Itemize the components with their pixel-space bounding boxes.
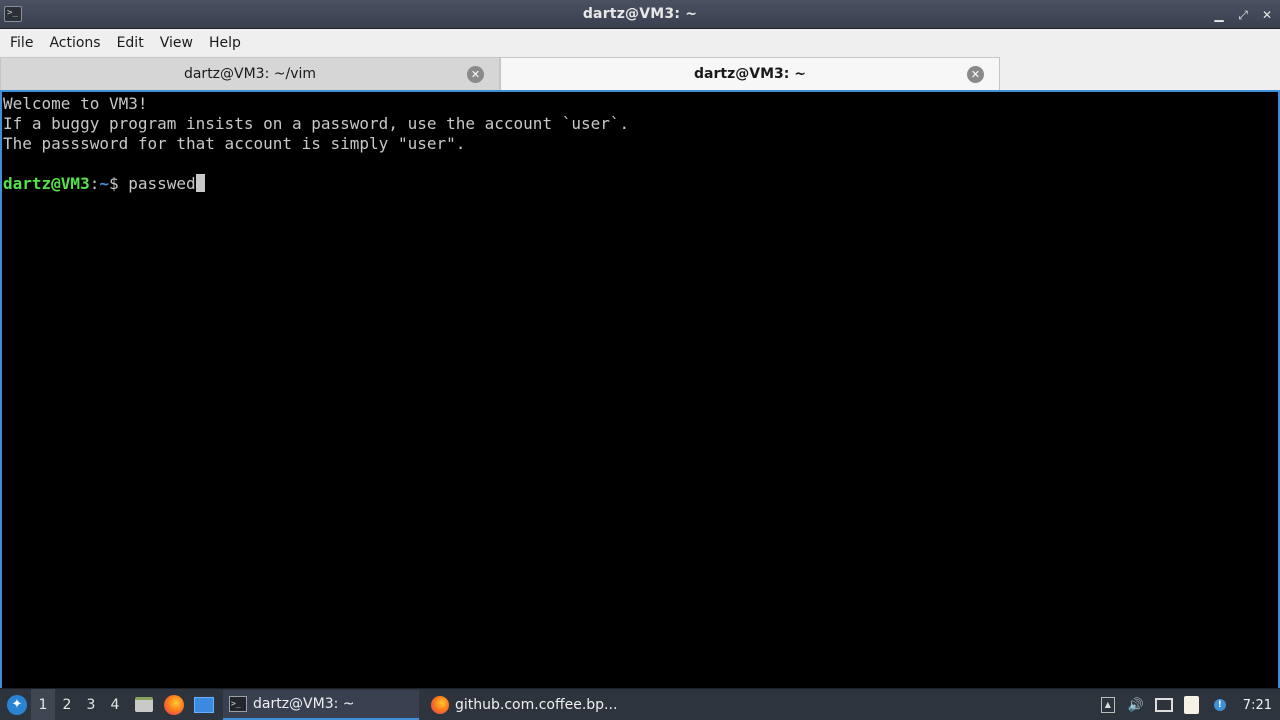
terminal-view[interactable]: Welcome to VM3! If a buggy program insis… <box>0 90 1280 688</box>
tray-expand-icon[interactable]: ▲ <box>1099 696 1117 714</box>
window-title: dartz@VM3: ~ <box>582 6 698 22</box>
menu-edit[interactable]: Edit <box>109 29 152 57</box>
volume-icon[interactable]: 🔊 <box>1127 696 1145 714</box>
tab-vim[interactable]: dartz@VM3: ~/vim ✕ <box>0 57 500 90</box>
quicklaunch-desktop[interactable] <box>191 692 217 718</box>
lxqt-menu-icon: ✦ <box>7 694 27 715</box>
minimize-button[interactable]: ▁ <box>1212 8 1226 22</box>
quicklaunch-files[interactable] <box>131 692 157 718</box>
close-tab-icon[interactable]: ✕ <box>967 66 984 83</box>
firefox-icon <box>431 695 449 714</box>
menu-bar: File Actions Edit View Help <box>0 29 1280 57</box>
workspace-4[interactable]: 4 <box>103 689 127 720</box>
menu-view[interactable]: View <box>152 29 201 57</box>
command-input[interactable]: passwed <box>128 174 195 193</box>
start-menu-button[interactable]: ✦ <box>3 691 31 719</box>
terminal-line: The passsword for that account is simply… <box>3 134 466 153</box>
clipboard-icon[interactable] <box>1183 696 1201 714</box>
firefox-icon <box>164 694 184 715</box>
quicklaunch-firefox[interactable] <box>161 692 187 718</box>
workspace-3[interactable]: 3 <box>79 689 103 720</box>
task-label: github.com.coffee.bp... <box>455 696 618 713</box>
workspace-2[interactable]: 2 <box>55 689 79 720</box>
terminal-line: If a buggy program insists on a password… <box>3 114 630 133</box>
workspace-1[interactable]: 1 <box>31 688 55 720</box>
tab-label: dartz@VM3: ~ <box>694 66 806 82</box>
taskbar: ✦ 1 2 3 4 >_ dartz@VM3: ~ github.com.cof… <box>0 688 1280 720</box>
prompt-symbol: $ <box>108 174 129 193</box>
prompt-separator: : <box>89 174 100 193</box>
task-firefox[interactable]: github.com.coffee.bp... <box>425 690 621 720</box>
task-terminal[interactable]: >_ dartz@VM3: ~ <box>223 689 419 720</box>
menu-actions[interactable]: Actions <box>41 29 108 57</box>
system-tray: ▲ 🔊 ! 7:21 <box>1099 689 1280 720</box>
tab-label: dartz@VM3: ~/vim <box>183 66 317 82</box>
prompt-line: dartz@VM3:~$ passwed <box>3 174 1278 194</box>
notification-icon[interactable]: ! <box>1211 696 1229 714</box>
close-button[interactable]: ✕ <box>1260 8 1274 22</box>
menu-file[interactable]: File <box>2 29 41 57</box>
terminal-line: Welcome to VM3! <box>3 94 148 113</box>
menu-help[interactable]: Help <box>201 29 249 57</box>
window-controls: ▁ ⤢ ✕ <box>1212 0 1274 29</box>
prompt-path: ~ <box>99 174 109 193</box>
text-cursor <box>195 174 205 192</box>
task-label: dartz@VM3: ~ <box>253 695 355 712</box>
network-icon[interactable] <box>1154 696 1173 714</box>
show-desktop-icon <box>194 696 214 713</box>
prompt-user: dartz@VM3 <box>3 174 90 193</box>
clock[interactable]: 7:21 <box>1243 698 1272 713</box>
tab-home[interactable]: dartz@VM3: ~ ✕ <box>500 57 1000 90</box>
tab-bar: dartz@VM3: ~/vim ✕ dartz@VM3: ~ ✕ <box>0 57 1280 90</box>
terminal-icon: >_ <box>229 695 247 712</box>
file-manager-icon <box>135 697 153 712</box>
window-titlebar: >_ dartz@VM3: ~ ▁ ⤢ ✕ <box>0 0 1280 29</box>
close-tab-icon[interactable]: ✕ <box>467 66 484 83</box>
terminal-icon[interactable]: >_ <box>4 6 22 22</box>
maximize-button[interactable]: ⤢ <box>1236 8 1250 22</box>
